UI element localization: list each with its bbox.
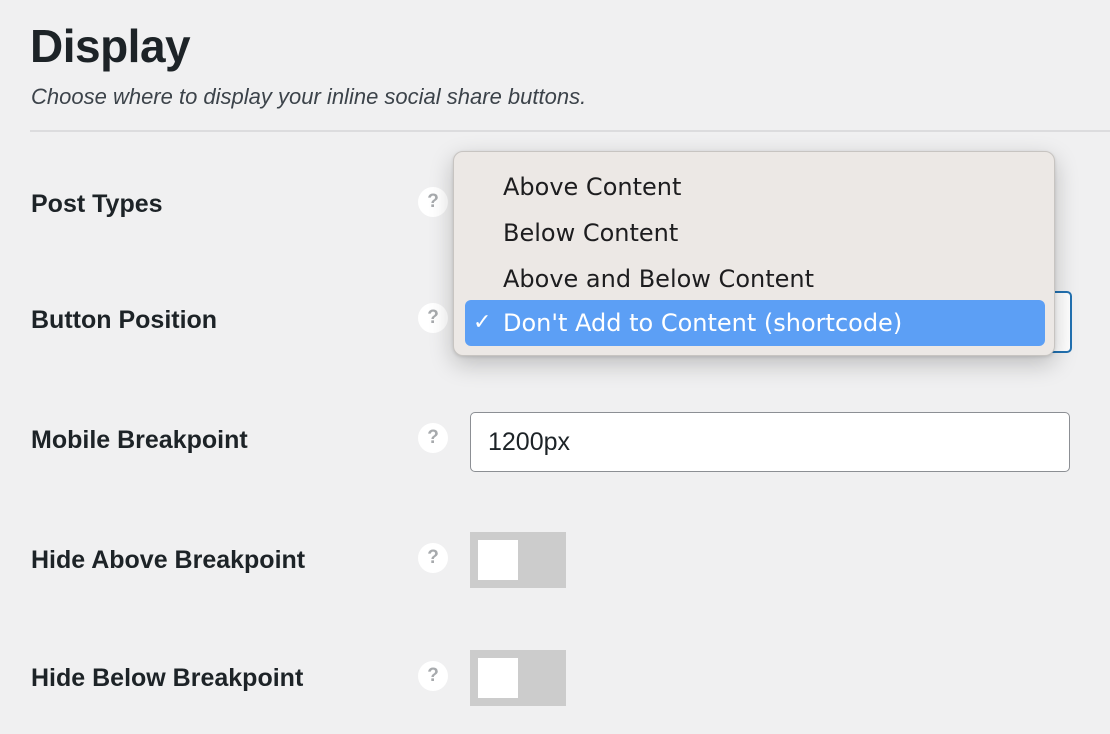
button-position-dropdown-menu: Above Content Below Content Above and Be… <box>453 151 1055 356</box>
section-description: Choose where to display your inline soci… <box>31 84 587 109</box>
mobile-breakpoint-label: Mobile Breakpoint <box>31 426 248 454</box>
dropdown-option-above-content[interactable]: Above Content <box>465 164 1045 210</box>
dropdown-option-dont-add-to-content[interactable]: ✓ Don't Add to Content (shortcode) <box>465 300 1045 346</box>
section-divider <box>30 130 1110 132</box>
button-position-help-icon[interactable]: ? <box>418 303 448 333</box>
checkmark-icon: ✓ <box>473 310 492 335</box>
hide-below-breakpoint-help-icon[interactable]: ? <box>418 661 448 691</box>
post-types-help-icon[interactable]: ? <box>418 187 448 217</box>
button-position-label: Button Position <box>31 306 218 334</box>
toggle-knob <box>478 658 518 698</box>
section-title: Display <box>30 20 191 72</box>
hide-above-breakpoint-help-icon[interactable]: ? <box>418 543 448 573</box>
post-types-label: Post Types <box>31 190 163 218</box>
dropdown-option-above-and-below-content[interactable]: Above and Below Content <box>465 256 1045 302</box>
dropdown-option-label: Below Content <box>503 219 679 247</box>
hide-below-breakpoint-label: Hide Below Breakpoint <box>31 664 304 692</box>
hide-below-breakpoint-toggle[interactable] <box>470 650 566 706</box>
display-settings-panel: Display Choose where to display your inl… <box>0 0 1110 734</box>
hide-above-breakpoint-label: Hide Above Breakpoint <box>31 546 306 574</box>
dropdown-option-label: Don't Add to Content (shortcode) <box>503 309 903 337</box>
mobile-breakpoint-input[interactable] <box>470 412 1070 472</box>
hide-above-breakpoint-toggle[interactable] <box>470 532 566 588</box>
dropdown-option-below-content[interactable]: Below Content <box>465 210 1045 256</box>
dropdown-option-label: Above and Below Content <box>503 265 815 293</box>
mobile-breakpoint-help-icon[interactable]: ? <box>418 423 448 453</box>
dropdown-option-label: Above Content <box>503 173 682 201</box>
toggle-knob <box>478 540 518 580</box>
